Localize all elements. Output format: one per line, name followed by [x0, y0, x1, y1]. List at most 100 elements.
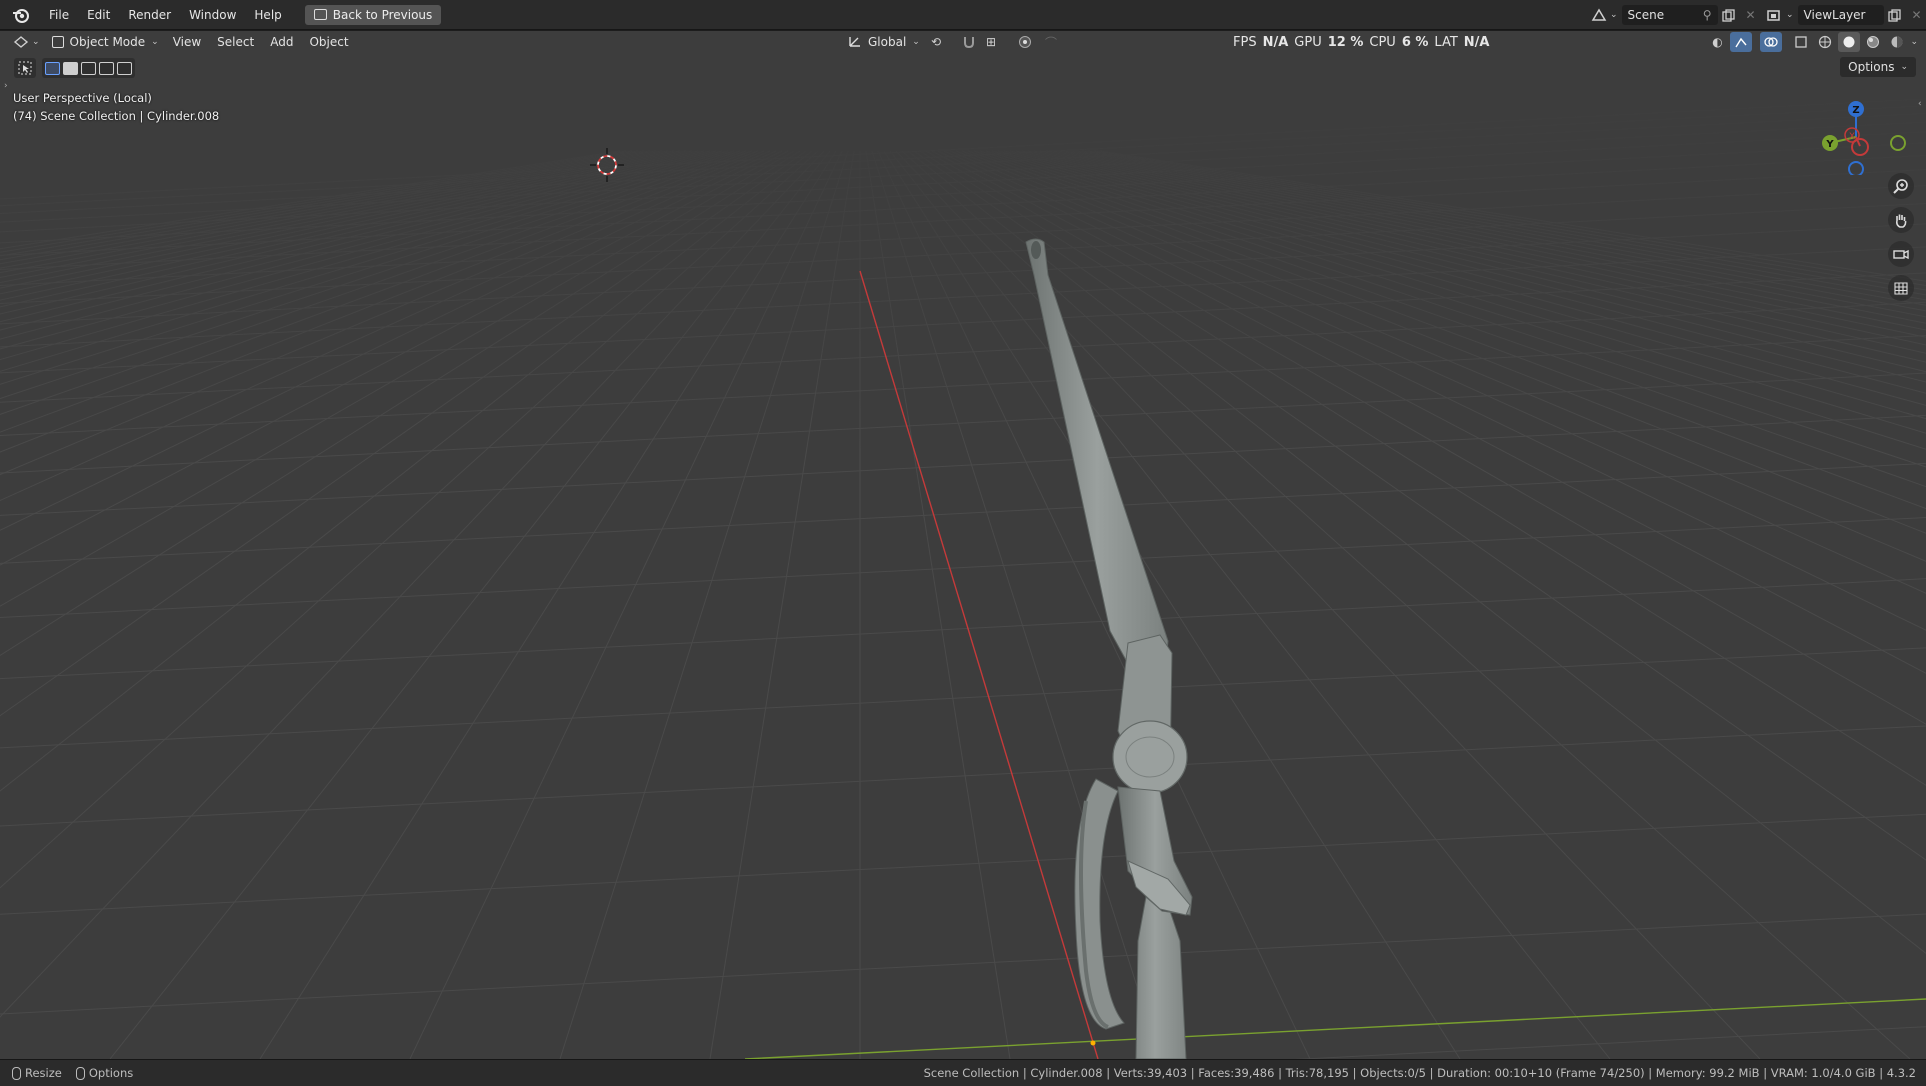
grid-line: [0, 647, 1926, 749]
pin-icon[interactable]: ⚲: [1703, 8, 1712, 22]
performance-stats: FPS N/A GPU 12 % CPU 6 % LAT N/A: [1233, 31, 1490, 53]
select-extend-icon[interactable]: [63, 61, 78, 75]
menu-object[interactable]: Object: [301, 35, 356, 49]
zoom-icon[interactable]: [1888, 173, 1914, 199]
scene-icon[interactable]: [1588, 5, 1610, 25]
select-new-icon[interactable]: [45, 61, 60, 75]
ortho-grid-icon[interactable]: [1888, 275, 1914, 301]
pan-hand-icon[interactable]: [1888, 207, 1914, 233]
select-tool-button[interactable]: [14, 58, 36, 78]
status-bar: Resize Options Scene Collection | Cylind…: [0, 1059, 1926, 1086]
fps-label: FPS: [1233, 34, 1257, 50]
visibility-icon[interactable]: ◐: [1706, 32, 1728, 52]
viewport-info-overlay: User Perspective (Local) (74) Scene Coll…: [13, 89, 219, 125]
grid-line: [0, 725, 1926, 827]
status-options: Options: [75, 1066, 134, 1080]
shading-solid-icon[interactable]: [1838, 32, 1861, 52]
menu-edit[interactable]: Edit: [78, 4, 119, 26]
select-box-icon[interactable]: [42, 58, 135, 78]
gizmo-y-label: Y: [1825, 139, 1834, 150]
options-label: Options: [1848, 60, 1895, 74]
menu-render[interactable]: Render: [119, 4, 180, 26]
gizmo-neg-x[interactable]: [1851, 138, 1869, 156]
gizmo-z-label: Z: [1852, 105, 1859, 116]
gizmo-icon[interactable]: [1730, 32, 1753, 52]
snap-target-icon[interactable]: ⊞: [980, 32, 1002, 52]
grid-line: [0, 913, 1926, 1015]
menu-file[interactable]: File: [40, 4, 78, 26]
shading-rendered-icon[interactable]: [1886, 32, 1908, 52]
falloff-icon[interactable]: ⌒: [1040, 32, 1062, 52]
mouse-icon: [75, 1066, 85, 1080]
grid-line: [0, 813, 1926, 915]
copy-icon[interactable]: [1884, 5, 1906, 25]
pivot-point-icon[interactable]: ⟲: [925, 32, 947, 52]
gizmo-neg-y[interactable]: [1890, 135, 1906, 151]
toolbar-toggle-icon[interactable]: ›: [4, 81, 10, 91]
options-dropdown[interactable]: Options ⌄: [1840, 57, 1916, 77]
viewport-header: ⌄ Object Mode ⌄ View Select Add Object G…: [0, 31, 1926, 53]
menu-window[interactable]: Window: [180, 4, 245, 26]
status-resize: Resize: [12, 1066, 62, 1080]
scene-name-text: Scene: [1627, 8, 1665, 22]
chevron-down-icon[interactable]: ⌄: [1786, 10, 1794, 20]
viewlayer-name-text: ViewLayer: [1803, 8, 1866, 22]
gpu-value: 12 %: [1327, 34, 1364, 50]
shading-wireframe-icon[interactable]: [1814, 32, 1836, 52]
menu-select[interactable]: Select: [209, 35, 262, 49]
scene-name-field[interactable]: Scene ⚲: [1621, 5, 1718, 25]
select-subtract-icon[interactable]: [81, 61, 96, 75]
cpu-label: CPU: [1369, 34, 1396, 50]
3d-viewport[interactable]: ⌄ Object Mode ⌄ View Select Add Object G…: [0, 31, 1926, 1059]
top-menu-bar: File Edit Render Window Help Back to Pre…: [0, 0, 1926, 30]
back-to-previous-button[interactable]: Back to Previous: [304, 4, 442, 25]
chevron-down-icon: ⌄: [912, 37, 920, 47]
sidebar-toggle-icon[interactable]: ‹: [1918, 99, 1924, 109]
blender-logo-icon[interactable]: [10, 4, 32, 26]
close-icon[interactable]: ✕: [1906, 5, 1926, 25]
transform-orientation-icon: [848, 34, 862, 51]
xray-icon[interactable]: [1790, 32, 1812, 52]
lat-value: N/A: [1463, 34, 1490, 50]
navigation-tools: [1888, 173, 1914, 301]
gizmo-neg-z[interactable]: [1848, 161, 1864, 175]
menu-help[interactable]: Help: [245, 4, 290, 26]
close-icon[interactable]: ✕: [1740, 5, 1762, 25]
menu-view[interactable]: View: [165, 35, 209, 49]
lat-label: LAT: [1434, 34, 1458, 50]
overlay-icon[interactable]: [1760, 32, 1783, 52]
camera-icon[interactable]: [1888, 241, 1914, 267]
object-mode-dropdown[interactable]: Object Mode ⌄: [46, 35, 165, 49]
scene-selector: ⌄ Scene ⚲ ✕: [1588, 4, 1762, 26]
viewlayer-selector: ⌄ ViewLayer ✕: [1764, 4, 1926, 26]
chevron-down-icon[interactable]: ⌄: [1910, 37, 1918, 47]
perspective-label: User Perspective (Local): [13, 91, 152, 105]
y-axis-line: [744, 998, 1926, 1059]
editor-type-icon[interactable]: [10, 32, 32, 52]
proportional-edit-icon[interactable]: [1014, 32, 1036, 52]
menu-add[interactable]: Add: [262, 35, 301, 49]
object-mode-icon: [51, 36, 64, 48]
collection-label: (74) Scene Collection | Cylinder.008: [13, 109, 220, 123]
cpu-value: 6 %: [1401, 34, 1429, 50]
object-mode-label: Object Mode: [69, 35, 146, 49]
chevron-down-icon: ⌄: [1900, 62, 1908, 72]
viewlayer-name-field[interactable]: ViewLayer: [1797, 5, 1884, 25]
shading-material-icon[interactable]: [1862, 32, 1884, 52]
orientation-label: Global: [868, 35, 907, 49]
options-status-label: Options: [88, 1066, 134, 1080]
select-invert-icon[interactable]: [99, 61, 114, 75]
select-intersect-icon[interactable]: [117, 61, 132, 75]
navigation-gizmo[interactable]: Z Y X: [1816, 91, 1912, 175]
copy-icon[interactable]: [1718, 5, 1740, 25]
object-origin-dot: [1090, 1040, 1096, 1046]
chevron-down-icon[interactable]: ⌄: [32, 37, 40, 47]
tool-row: [14, 57, 135, 79]
chevron-down-icon[interactable]: ⌄: [1610, 10, 1618, 20]
grid-line: [1294, 1026, 1926, 1059]
snap-icon[interactable]: [958, 32, 980, 52]
gpu-label: GPU: [1294, 34, 1322, 50]
viewlayer-icon[interactable]: [1764, 5, 1786, 25]
viewport-shading-controls: ◐ ⌄: [1706, 32, 1918, 52]
transform-orientation-dropdown[interactable]: Global ⌄: [842, 34, 926, 51]
